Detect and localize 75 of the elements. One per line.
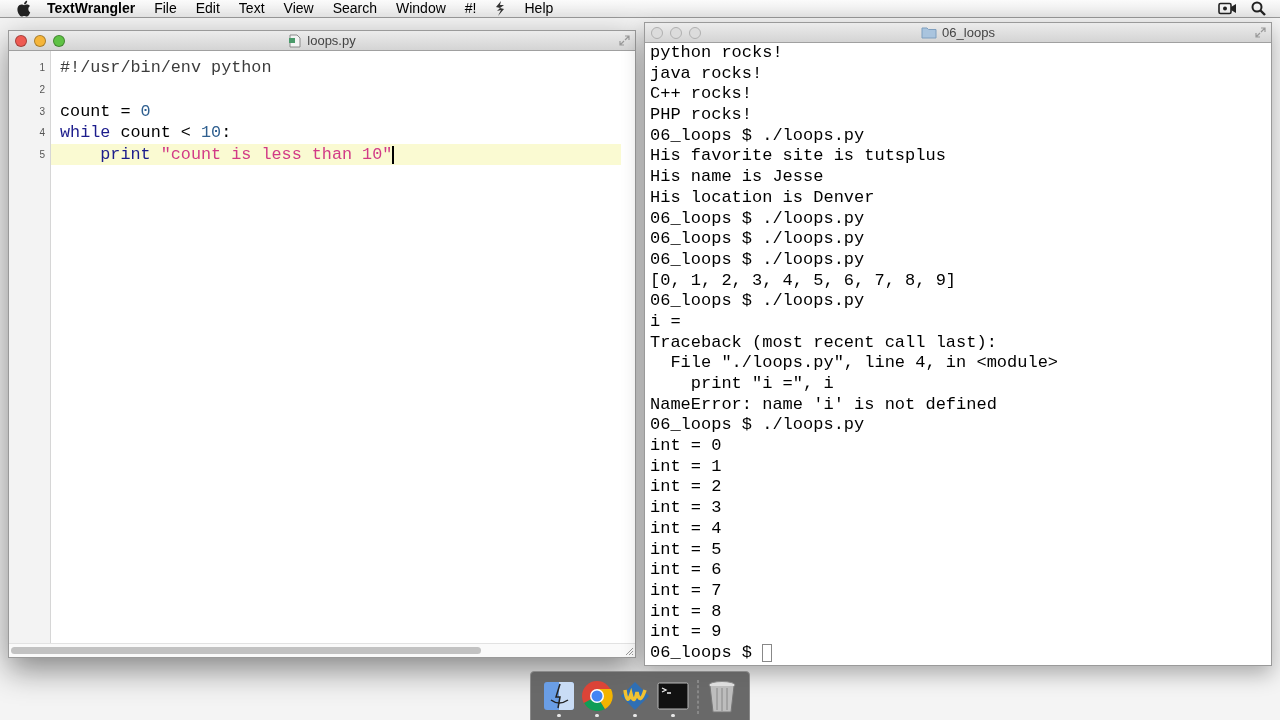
fullscreen-icon[interactable] [1255,27,1266,38]
terminal-line: C++ rocks! [650,84,754,106]
terminal-line: File "./loops.py", line 4, in <module> [669,353,1060,374]
code-text: while [60,122,111,145]
terminal-line: int = 9 [650,622,723,643]
terminal-line: NameError: name 'i' is not defined [650,394,998,416]
apple-icon[interactable] [16,0,31,17]
terminal-line: int = 8 [650,601,723,623]
terminal-line: 06_loops $ ./loops.py [650,415,866,437]
terminal-line: PHP rocks! [650,105,754,126]
fullscreen-icon[interactable] [619,35,630,46]
search-icon[interactable] [1251,1,1266,16]
code-text: count = [60,100,132,123]
menu-item[interactable]: File [154,0,177,19]
terminal-line: [0, 1, 2, 3, 4, 5, 6, 7, 8, 9] [650,270,958,292]
terminal-cursor [762,644,773,663]
trash-icon[interactable] [707,680,737,714]
text-cursor [392,145,394,164]
terminal-line: int = 3 [650,498,723,519]
terminal-line: int = 6 [650,560,723,581]
document-icon [288,33,303,48]
menu-item[interactable]: #! [464,0,477,19]
terminal-line: 06_loops $ ./loops.py [650,229,866,250]
folder-icon [921,26,938,39]
minimize-button[interactable] [34,35,46,47]
finder-icon[interactable] [543,680,575,712]
window-title: 06_loops [942,23,995,42]
app-name[interactable]: TextWrangler [47,0,136,19]
line-number: 1 [38,61,46,76]
scrollbar-thumb[interactable] [11,647,481,654]
menu-item[interactable]: Help [524,0,554,19]
terminal-line: His favorite site is tutsplus [650,146,947,168]
terminal-line: int = 7 [650,580,723,602]
zoom-button[interactable] [53,35,65,47]
menu-item[interactable]: Text [238,0,265,19]
terminal-line: print "i =", i [689,374,835,395]
menu-item[interactable]: View [283,0,314,19]
terminal-line: 06_loops $ ./loops.py [650,208,866,230]
menu-item[interactable]: Edit [195,0,220,19]
line-number: 4 [38,126,46,141]
menu-item[interactable]: Search [332,0,377,19]
terminal-line: His name is Jesse [650,167,825,188]
code-text: count < [119,122,192,145]
terminal-line: java rocks! [650,63,764,85]
terminal-line: 06_loops $ ./loops.py [650,291,866,312]
code-text: 0 [140,100,151,123]
terminal-line: int = 5 [650,539,723,561]
window-title: loops.py [307,31,356,50]
terminal-prompt: 06_loops $ [650,642,753,664]
terminal-line: int = 2 [650,477,723,499]
editor-app-icon[interactable] [619,680,651,712]
terminal-line: Traceback (most recent call last): [650,332,998,354]
terminal-line: i = [650,311,682,333]
terminal-line: His location is Denver [650,187,876,209]
code-text: 10 [201,122,222,145]
terminal-line: 06_loops $ ./loops.py [650,125,866,147]
camera-icon[interactable] [1218,2,1237,15]
browser-icon[interactable] [581,680,613,712]
code-text: : [221,122,232,145]
code-text: "count is less than 10" [159,144,393,166]
terminal-line: 06_loops $ ./loops.py [650,249,866,271]
terminal-line: int = 4 [650,518,723,540]
script-icon[interactable] [495,1,506,16]
line-number: 5 [38,148,46,163]
line-number: 3 [38,104,46,119]
terminal-line: int = 1 [650,456,723,478]
terminal-line: python rocks! [650,43,784,64]
terminal-icon[interactable] [657,680,689,712]
close-button[interactable] [15,35,27,47]
code-text: print [99,144,151,166]
code-text: #!/usr/bin/env python [60,57,272,80]
menu-item[interactable]: Window [396,0,446,19]
terminal-line: int = 0 [650,436,723,457]
resize-grip-icon[interactable] [624,646,634,656]
line-number: 2 [38,83,46,98]
